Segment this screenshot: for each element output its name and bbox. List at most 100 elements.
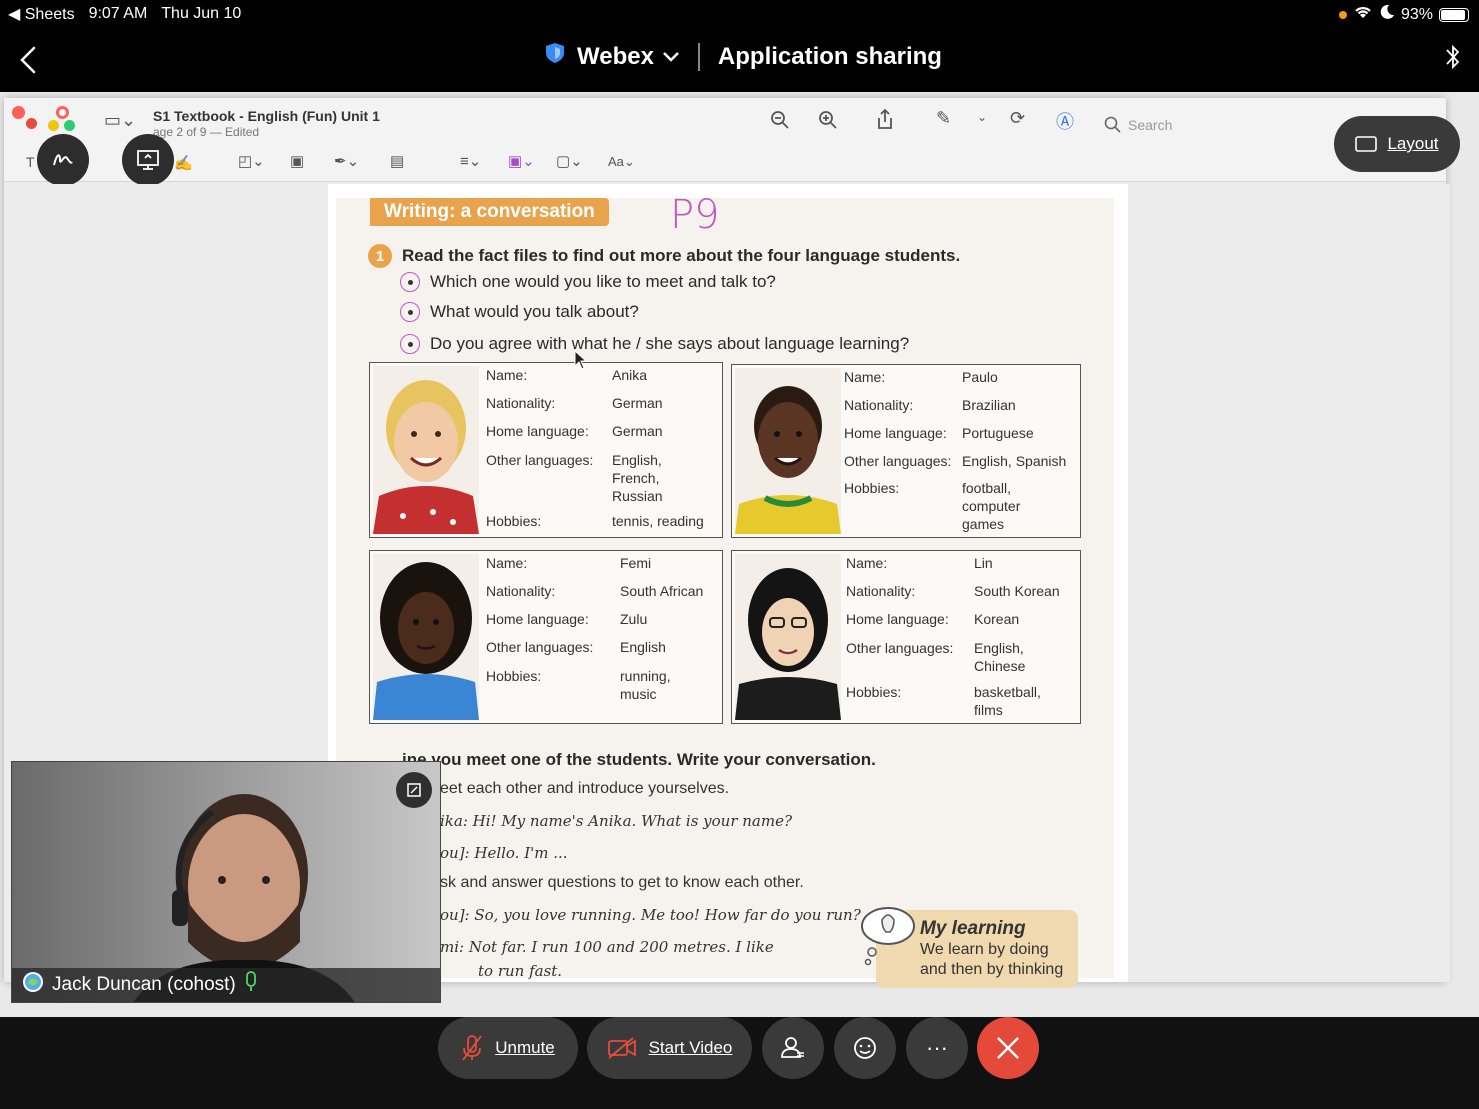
section-title: Writing: a conversation [370, 198, 609, 226]
emoji-icon [854, 1037, 876, 1059]
start-video-button[interactable]: Start Video [587, 1017, 752, 1079]
unmute-button[interactable]: Unmute [438, 1017, 578, 1079]
fact-value: Zulu [620, 611, 648, 627]
fact-list: Name: Paulo Nationality: Brazilian Home la… [844, 369, 1066, 537]
layout-label: Layout [1387, 134, 1439, 153]
fact-label: Name: [846, 555, 888, 571]
back-button[interactable] [14, 40, 44, 80]
zoom-out-icon[interactable] [770, 110, 790, 135]
text-tool-icon[interactable]: T [26, 154, 35, 170]
fact-card-anika: Name: Anika Nationality: German Home langu… [369, 362, 723, 538]
more-icon: ··· [926, 1035, 948, 1060]
fact-label: Hobbies: [846, 684, 902, 700]
fact-label: Nationality: [486, 583, 556, 599]
bullet-marker-icon [400, 272, 420, 292]
ios-status-bar: ◀ Sheets 9:07 AM Thu Jun 10 93% [0, 0, 1479, 28]
webex-logo-dot-green [64, 120, 75, 131]
participants-button[interactable] [762, 1017, 824, 1079]
participants-icon [781, 1037, 804, 1058]
leave-meeting-button[interactable] [977, 1017, 1039, 1079]
fact-value: English [620, 639, 666, 655]
sidebar-toggle-icon[interactable]: ▭⌄ [104, 110, 136, 131]
fact-label: Nationality: [844, 397, 914, 413]
unmute-label: Unmute [495, 1038, 555, 1057]
layout-button[interactable]: Layout [1334, 116, 1460, 172]
participant-name-bar: Jack Duncan (cohost) [12, 968, 440, 1002]
text-style-icon[interactable]: Aa⌄ [608, 154, 635, 170]
wifi-icon [1353, 4, 1373, 25]
fill-color-icon[interactable]: ▢⌄ [556, 152, 583, 170]
fact-label: Other languages: [846, 640, 954, 656]
bullet-text: What would you talk about? [430, 302, 639, 321]
markup-chevron-down-icon[interactable]: ⌄ [977, 110, 987, 124]
my-learning-title: My learning [920, 918, 1026, 939]
screen-share-button[interactable] [122, 134, 174, 186]
note-icon[interactable]: ▤ [390, 152, 404, 170]
fact-label: Other languages: [486, 452, 594, 468]
expand-video-button[interactable] [396, 772, 432, 808]
fact-label: Home language: [846, 611, 949, 627]
search-field[interactable]: Search [1104, 112, 1334, 138]
fact-label: Hobbies: [486, 513, 542, 529]
fact-value: English, Chinese [974, 640, 1026, 674]
question-1-text: Read the fact files to find out more abo… [402, 246, 961, 265]
zoom-in-icon[interactable] [818, 110, 838, 135]
fact-label: Other languages: [486, 639, 594, 655]
battery-icon [1439, 7, 1469, 22]
fact-label: Home language: [844, 425, 947, 441]
annotate-icon[interactable]: Ⓐ [1056, 108, 1074, 134]
share-icon[interactable] [875, 108, 895, 135]
fact-value: running, music [620, 668, 671, 702]
participant-video-tile[interactable]: Jack Duncan (cohost) [11, 761, 441, 1003]
close-window-button[interactable] [12, 106, 25, 119]
fact-label: Name: [844, 369, 886, 385]
fact-value: tennis, reading [612, 513, 704, 529]
participant-name: Jack Duncan (cohost) [52, 974, 236, 995]
document-subtitle: age 2 of 9 — Edited [153, 125, 260, 139]
draw-tool-icon[interactable]: ✍ [174, 154, 193, 172]
bullet-marker-icon [400, 302, 420, 322]
shield-icon [545, 42, 565, 71]
bullet-item: What would you talk about? [400, 302, 639, 322]
header-divider [697, 42, 700, 71]
fact-list: Name: Femi Nationality: South African Home… [486, 555, 703, 707]
mic-in-use-indicator [1338, 10, 1347, 19]
reactions-button[interactable] [834, 1017, 896, 1079]
bullet-item: Do you agree with what he / she says abo… [400, 334, 909, 354]
thought-bubble-icon [861, 907, 915, 966]
bullet-item: Which one would you like to meet and tal… [400, 272, 776, 292]
fact-value: basketball, films [974, 684, 1041, 718]
webex-menu[interactable]: Webex [577, 43, 680, 71]
student-photo-femi [373, 554, 479, 720]
fact-value: German [612, 395, 663, 411]
battery-percent: 93% [1400, 5, 1433, 23]
rotate-icon[interactable]: ⟳ [1010, 108, 1025, 129]
bullet-text: Do you agree with what he / she says abo… [430, 334, 910, 353]
search-icon [1104, 116, 1121, 133]
participant-video [12, 762, 440, 1002]
textbook-page: Writing: a conversation P9 1 Read the fa… [336, 192, 1114, 988]
line-style-icon[interactable]: ≡⌄ [460, 152, 481, 170]
meeting-header: Webex Application sharing [0, 30, 1479, 92]
fact-value: Korean [974, 611, 1020, 627]
more-options-button[interactable]: ··· [906, 1017, 968, 1079]
shapes-icon[interactable]: ◰⌄ [238, 152, 265, 170]
markup-pen-icon[interactable]: ✎ [936, 108, 951, 129]
fact-value: South Korean [974, 583, 1060, 599]
fact-value: Portuguese [962, 425, 1034, 441]
fact-value: Brazilian [962, 397, 1016, 413]
fact-label: Nationality: [486, 395, 556, 411]
chevron-down-icon [663, 51, 679, 62]
bullet-marker-icon [400, 334, 420, 354]
squiggle-icon [53, 154, 73, 166]
fact-label: Name: [486, 367, 528, 383]
mic-muted-icon [462, 1035, 482, 1061]
conversation-line: ou]: So, you love running. Me too! How f… [440, 906, 861, 924]
annotation-button[interactable] [37, 134, 89, 186]
back-to-app-link[interactable]: ◀ Sheets [8, 4, 75, 24]
signature-icon[interactable]: ✒⌄ [334, 152, 359, 170]
textbox-icon[interactable]: ▣ [290, 152, 304, 170]
fact-value: English, Spanish [962, 453, 1067, 469]
border-color-icon[interactable]: ▣⌄ [508, 152, 535, 170]
page-title: Application sharing [717, 42, 942, 70]
